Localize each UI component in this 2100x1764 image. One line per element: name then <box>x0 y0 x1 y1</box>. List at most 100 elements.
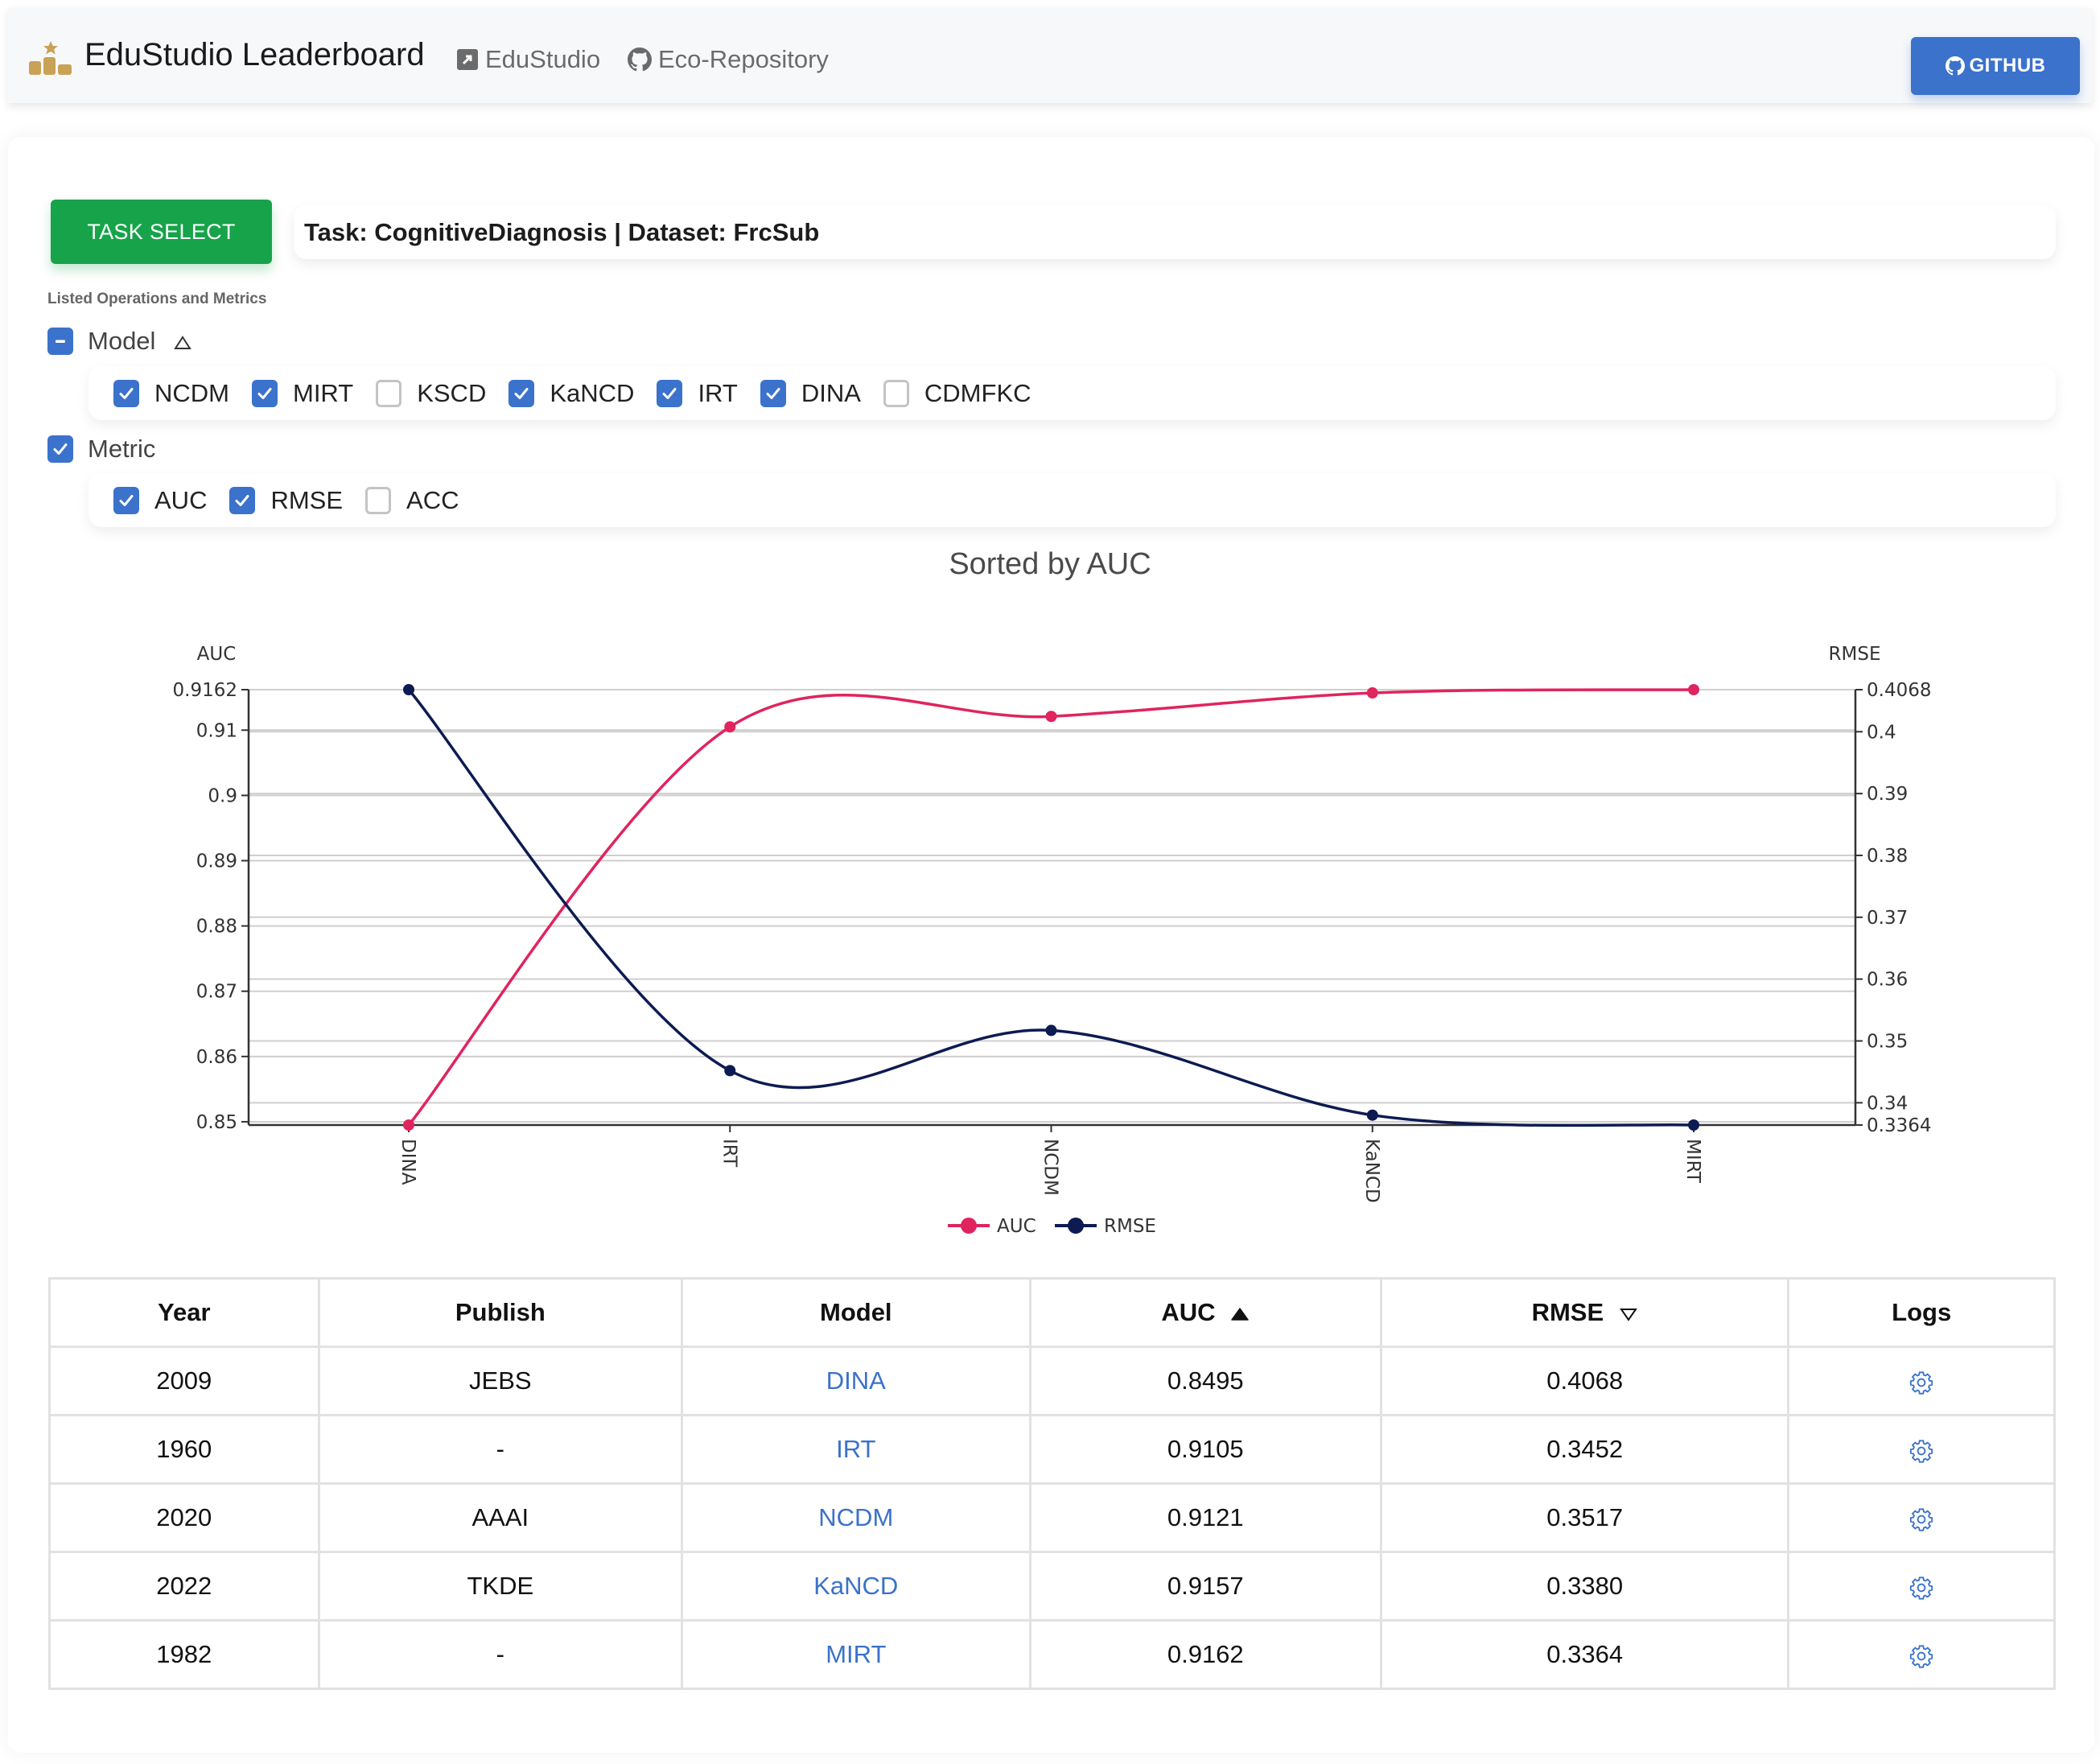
option-irt[interactable]: IRT <box>657 379 737 408</box>
sort-descending-outline-icon[interactable] <box>1619 1306 1638 1322</box>
column-header-year[interactable]: Year <box>50 1279 319 1347</box>
column-header-rmse[interactable]: RMSE <box>1381 1279 1789 1347</box>
option-mirt[interactable]: MIRT <box>252 379 353 408</box>
checkbox-unchecked[interactable] <box>883 380 909 407</box>
cell-year: 2009 <box>50 1347 319 1416</box>
data-point-auc[interactable] <box>1046 711 1057 722</box>
github-button[interactable]: GITHUB <box>1911 37 2080 95</box>
left-tick-label: 0.9 <box>208 785 237 806</box>
model-options-row: NCDM MIRT KSCD KaNCD IRT DINA CDMFKC <box>89 366 2056 420</box>
line-chart: 0.850.860.870.880.890.90.910.91620.33640… <box>0 612 2100 1255</box>
option-dina[interactable]: DINA <box>760 379 861 408</box>
sort-ascending-icon[interactable] <box>1230 1306 1250 1322</box>
indeterminate-icon <box>52 333 68 349</box>
data-point-rmse[interactable] <box>403 684 414 695</box>
gear-icon[interactable] <box>1909 1370 1934 1395</box>
metric-group-checkbox[interactable] <box>47 435 73 463</box>
data-point-auc[interactable] <box>1367 687 1378 699</box>
model-link[interactable]: KaNCD <box>813 1572 898 1600</box>
cell-publish: - <box>319 1621 681 1689</box>
checkbox-unchecked[interactable] <box>376 380 401 407</box>
right-axis-title: RMSE <box>1829 644 1881 665</box>
left-axis-title: AUC <box>197 644 237 665</box>
option-kscd[interactable]: KSCD <box>376 379 486 408</box>
option-rmse[interactable]: RMSE <box>229 486 343 515</box>
column-header-publish[interactable]: Publish <box>319 1279 681 1347</box>
right-tick-label: 0.34 <box>1867 1093 1908 1114</box>
cell-logs <box>1789 1552 2055 1621</box>
top-app-bar: EduStudio Leaderboard EduStudio Eco-Repo… <box>8 8 2092 103</box>
checkbox-checked[interactable] <box>509 380 534 407</box>
right-tick-label: 0.37 <box>1867 908 1908 929</box>
gear-icon[interactable] <box>1909 1575 1934 1601</box>
column-header-label: Publish <box>455 1298 546 1326</box>
right-tick-label: 0.4 <box>1867 722 1896 743</box>
cell-model: DINA <box>682 1347 1030 1416</box>
edustudio-link-label: EduStudio <box>485 45 600 74</box>
checkbox-checked[interactable] <box>229 487 255 514</box>
model-group-checkbox[interactable] <box>47 328 73 355</box>
legend-label[interactable]: RMSE <box>1104 1216 1156 1237</box>
checkbox-checked[interactable] <box>760 380 786 407</box>
external-link-icon <box>456 48 479 71</box>
data-point-auc[interactable] <box>403 1119 414 1131</box>
option-auc[interactable]: AUC <box>113 486 207 515</box>
metric-options-row: AUC RMSE ACC <box>89 473 2056 527</box>
checkmark-icon <box>764 384 783 403</box>
cell-rmse: 0.3452 <box>1381 1416 1789 1484</box>
cell-auc: 0.9157 <box>1030 1552 1381 1621</box>
column-header-auc[interactable]: AUC <box>1030 1279 1381 1347</box>
column-header-model[interactable]: Model <box>682 1279 1030 1347</box>
left-tick-label: 0.85 <box>196 1112 237 1133</box>
legend-swatch-marker <box>961 1218 977 1234</box>
option-label: KSCD <box>417 379 486 408</box>
model-link[interactable]: IRT <box>836 1435 875 1463</box>
triangle-up-outline-icon[interactable] <box>173 335 192 351</box>
cell-model: IRT <box>682 1416 1030 1484</box>
github-icon <box>628 47 652 72</box>
checkbox-checked[interactable] <box>252 380 278 407</box>
left-tick-label: 0.89 <box>196 851 237 872</box>
checkbox-checked[interactable] <box>657 380 682 407</box>
data-point-rmse[interactable] <box>1688 1119 1699 1131</box>
task-select-button[interactable]: TASK SELECT <box>51 200 272 264</box>
edustudio-link[interactable]: EduStudio <box>456 45 600 74</box>
data-point-rmse[interactable] <box>1046 1024 1057 1036</box>
column-header-label: Logs <box>1892 1298 1951 1326</box>
legend-label[interactable]: AUC <box>997 1216 1036 1237</box>
checkbox-checked[interactable] <box>113 380 139 407</box>
gear-icon[interactable] <box>1909 1438 1934 1464</box>
option-ncdm[interactable]: NCDM <box>113 379 229 408</box>
left-tick-label: 0.9162 <box>173 680 237 701</box>
option-cdmfkc[interactable]: CDMFKC <box>883 379 1031 408</box>
data-point-auc[interactable] <box>724 721 735 732</box>
table-row: 2022TKDEKaNCD0.91570.3380 <box>50 1552 2055 1621</box>
left-tick-label: 0.86 <box>196 1047 237 1068</box>
option-acc[interactable]: ACC <box>365 486 459 515</box>
eco-repository-link-label: Eco-Repository <box>658 45 829 74</box>
option-label: CDMFKC <box>924 379 1031 408</box>
data-point-auc[interactable] <box>1688 684 1699 695</box>
checkbox-checked[interactable] <box>113 487 139 514</box>
eco-repository-link[interactable]: Eco-Repository <box>628 45 829 74</box>
data-point-rmse[interactable] <box>724 1065 735 1076</box>
option-kancd[interactable]: KaNCD <box>509 379 634 408</box>
cell-year: 2020 <box>50 1484 319 1552</box>
x-tick-label: IRT <box>719 1139 739 1168</box>
table-row: 2009JEBSDINA0.84950.4068 <box>50 1347 2055 1416</box>
checkbox-unchecked[interactable] <box>365 487 391 514</box>
model-link[interactable]: NCDM <box>818 1503 893 1531</box>
model-link[interactable]: MIRT <box>826 1640 886 1668</box>
checkmark-icon <box>255 384 274 403</box>
option-label: IRT <box>698 379 737 408</box>
x-tick-label: MIRT <box>1682 1139 1703 1184</box>
gear-icon[interactable] <box>1909 1506 1934 1532</box>
cell-publish: - <box>319 1416 681 1484</box>
cell-year: 1960 <box>50 1416 319 1484</box>
gear-icon[interactable] <box>1909 1643 1934 1669</box>
cell-rmse: 0.4068 <box>1381 1347 1789 1416</box>
column-header-logs: Logs <box>1789 1279 2055 1347</box>
series-line-rmse <box>409 690 1694 1125</box>
data-point-rmse[interactable] <box>1367 1110 1378 1121</box>
model-link[interactable]: DINA <box>826 1366 886 1395</box>
